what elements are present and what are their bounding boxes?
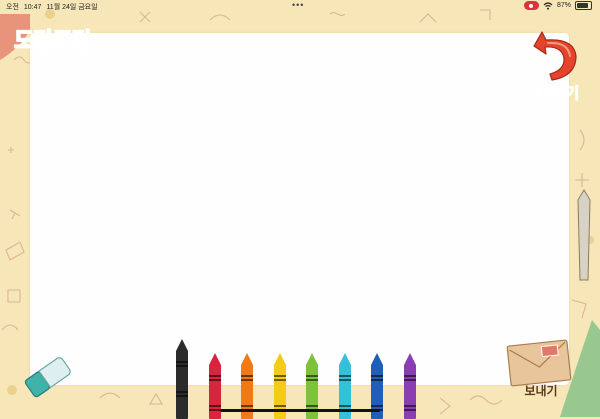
logo-char-4: 란: [71, 28, 93, 55]
send-label: 보내기: [524, 384, 558, 398]
envelope-icon: [506, 339, 572, 387]
app-logo: 도란도란: [13, 23, 93, 55]
exit-button[interactable]: 나가기: [528, 20, 586, 103]
crayon-black[interactable]: [176, 339, 188, 419]
logo-char-1: 도: [13, 28, 35, 55]
send-button[interactable]: 보내기: [505, 333, 577, 403]
logo-char-3: 도: [52, 28, 74, 55]
home-indicator[interactable]: [220, 409, 380, 412]
eraser-button[interactable]: [18, 345, 78, 405]
exit-label: 나가기: [535, 84, 581, 103]
back-arrow-icon: [533, 31, 577, 81]
crayon-purple[interactable]: [403, 353, 416, 419]
crayon-palette: [170, 318, 420, 419]
logo-char-2: 란: [32, 28, 54, 55]
eraser-icon: [24, 357, 71, 398]
crayon-red[interactable]: [208, 353, 221, 419]
